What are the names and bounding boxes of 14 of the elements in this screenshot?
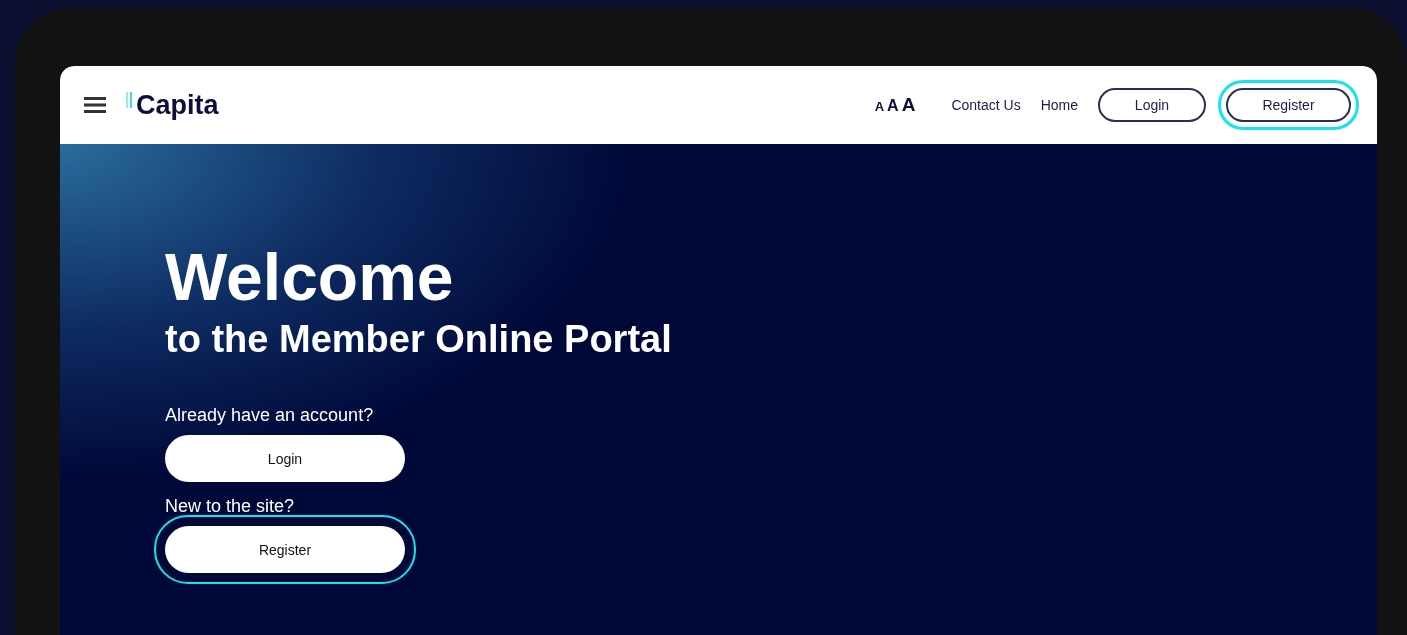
nav-link[interactable]: Contact Us: [951, 97, 1021, 113]
subtitle-text: to the Member Online Portal: [165, 318, 673, 361]
prompt-text: New to the site?: [165, 496, 296, 517]
login-button[interactable]: Login: [165, 435, 405, 482]
text-size-button[interactable]: A A A: [874, 94, 916, 116]
welcome-heading: Welcome: [165, 244, 455, 310]
menu-icon[interactable]: [84, 97, 106, 113]
prompt-text: Already have an account?: [165, 405, 375, 426]
login-button[interactable]: Login: [1098, 88, 1206, 122]
nav-link[interactable]: Home: [1040, 97, 1078, 113]
register-button[interactable]: Register: [165, 526, 405, 573]
logo-mark-icon: [126, 91, 134, 108]
register-button[interactable]: Register: [1226, 88, 1351, 122]
logo-text[interactable]: Capita: [136, 89, 219, 121]
